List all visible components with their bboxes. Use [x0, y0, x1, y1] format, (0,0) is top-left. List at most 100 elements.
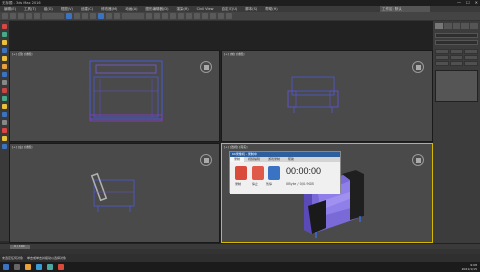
yellow-tool-icon[interactable] [2, 40, 7, 45]
curve-editor-icon[interactable] [202, 13, 208, 19]
render-setup-icon[interactable] [218, 13, 224, 19]
modifier-button[interactable] [435, 61, 449, 66]
viewcube-icon[interactable] [200, 154, 212, 166]
window-crossing-icon[interactable] [90, 13, 96, 19]
link-icon[interactable] [18, 13, 24, 19]
material-editor-icon[interactable] [210, 13, 216, 19]
search-icon[interactable] [14, 264, 20, 270]
system-icon[interactable] [2, 96, 7, 101]
menu-graph-editors[interactable]: 图形编辑器(D) [146, 7, 169, 12]
viewport-left[interactable]: [+] [左] [线框] [9, 143, 220, 243]
pause-button[interactable] [268, 166, 280, 180]
scale-icon[interactable] [114, 13, 120, 19]
viewport-area: [+] [顶] [线框] [+] [前] [线框] [+] [左] [线框] [… [9, 21, 433, 243]
menu-scripting[interactable]: 脚本(S) [245, 7, 257, 12]
undo-icon[interactable] [2, 13, 8, 19]
hierarchy-tab-icon[interactable] [452, 23, 461, 29]
align-icon[interactable] [186, 13, 192, 19]
render-icon[interactable] [226, 13, 232, 19]
viewcube-icon[interactable] [200, 61, 212, 73]
motion-icon[interactable] [2, 128, 7, 133]
menu-views[interactable]: 视图(V) [61, 7, 73, 12]
layer-icon[interactable] [194, 13, 200, 19]
record-button[interactable] [235, 166, 247, 180]
motion-tab-icon[interactable] [461, 23, 470, 29]
blue-tool-icon[interactable] [2, 48, 7, 53]
unlink-icon[interactable] [26, 13, 32, 19]
modifier-button[interactable] [464, 55, 478, 60]
light-icon[interactable] [2, 56, 7, 61]
viewcube-icon[interactable] [412, 61, 424, 73]
modifier-list-dropdown[interactable] [435, 40, 478, 45]
pivot-icon[interactable] [146, 13, 152, 19]
menu-animation[interactable]: 动画(A) [125, 7, 137, 12]
minimize-button[interactable]: — [457, 0, 461, 5]
menu-create[interactable]: 创建(C) [81, 7, 93, 12]
close-button[interactable]: ✕ [475, 0, 478, 5]
percent-snap-icon[interactable] [170, 13, 176, 19]
shape-icon[interactable] [2, 72, 7, 77]
red-tool-icon[interactable] [2, 24, 7, 29]
select-by-name-icon[interactable] [74, 13, 80, 19]
system-clock: 9:08 2021/1/15 [462, 263, 477, 271]
modifier-button[interactable] [449, 49, 464, 54]
recorder-app-icon[interactable] [58, 264, 64, 270]
mirror-icon[interactable] [178, 13, 184, 19]
move-icon[interactable] [98, 13, 104, 19]
modifier-button[interactable] [464, 49, 478, 54]
modifier-button[interactable] [435, 55, 449, 60]
explorer-icon[interactable] [25, 264, 31, 270]
browser-icon[interactable] [36, 264, 42, 270]
menu-help[interactable]: 帮助(H) [265, 7, 277, 12]
modifier-stack-list[interactable] [435, 70, 478, 102]
modify-tab-icon[interactable] [443, 23, 452, 29]
frame-counter: 0 / 100 [14, 244, 25, 248]
utility-icon[interactable] [2, 112, 7, 117]
modifier-button[interactable] [449, 55, 464, 60]
viewport-front[interactable]: [+] [前] [线框] [221, 50, 433, 142]
snap-icon[interactable] [154, 13, 160, 19]
hierarchy-icon[interactable] [2, 120, 7, 125]
modifier-button[interactable] [435, 49, 449, 54]
start-icon[interactable] [3, 264, 9, 270]
menu-edit[interactable]: 编辑(E) [4, 7, 16, 12]
redo-icon[interactable] [10, 13, 16, 19]
display-icon[interactable] [2, 104, 7, 109]
modify-icon[interactable] [2, 136, 7, 141]
stop-label: 停止 [252, 182, 259, 186]
create-icon[interactable] [2, 144, 7, 149]
angle-snap-icon[interactable] [162, 13, 168, 19]
display-tab-icon[interactable] [470, 23, 478, 29]
viewcube-icon[interactable] [412, 154, 424, 166]
recorder-body: 录制 停止 暂停 00:00:00 0Byte / 0/0.9GB [230, 162, 340, 194]
menu-group[interactable]: 组(G) [44, 7, 53, 12]
modifier-button[interactable] [464, 61, 478, 66]
green-tool-icon[interactable] [2, 32, 7, 37]
recording-timer: 00:00:00 [286, 166, 322, 176]
helper-icon[interactable] [2, 80, 7, 85]
bind-space-warp-icon[interactable] [34, 13, 40, 19]
menu-customize[interactable]: 自定义(U) [221, 7, 237, 12]
pause-label: 暂停 [266, 182, 273, 186]
create-tab-icon[interactable] [435, 23, 443, 29]
modifier-button[interactable] [449, 61, 464, 66]
menu-modifiers[interactable]: 修改器(M) [101, 7, 117, 12]
maximize-button[interactable]: ☐ [466, 0, 470, 5]
rotate-icon[interactable] [106, 13, 112, 19]
menu-tools[interactable]: 工具(T) [24, 7, 36, 12]
camera-icon[interactable] [2, 64, 7, 69]
main-toolbar [0, 12, 480, 21]
reference-coordinate-dropdown[interactable] [122, 13, 144, 19]
space-warp-icon[interactable] [2, 88, 7, 93]
status-bar: 未选定任何对象 单击或单击并拖动以选择对象 [0, 254, 480, 262]
menu-rendering[interactable]: 渲染(R) [176, 7, 188, 12]
select-object-icon[interactable] [66, 13, 72, 19]
rectangle-selection-icon[interactable] [82, 13, 88, 19]
stop-button[interactable] [252, 166, 264, 180]
menu-civil-view[interactable]: Civil View [197, 7, 214, 11]
max-app-icon[interactable] [47, 264, 53, 270]
object-name-field[interactable] [435, 33, 478, 38]
viewport-top[interactable]: [+] [顶] [线框] [9, 50, 220, 142]
selection-filter-dropdown[interactable] [42, 13, 64, 19]
window-title: 无标题 - 3ds Max 2016 [2, 0, 41, 5]
